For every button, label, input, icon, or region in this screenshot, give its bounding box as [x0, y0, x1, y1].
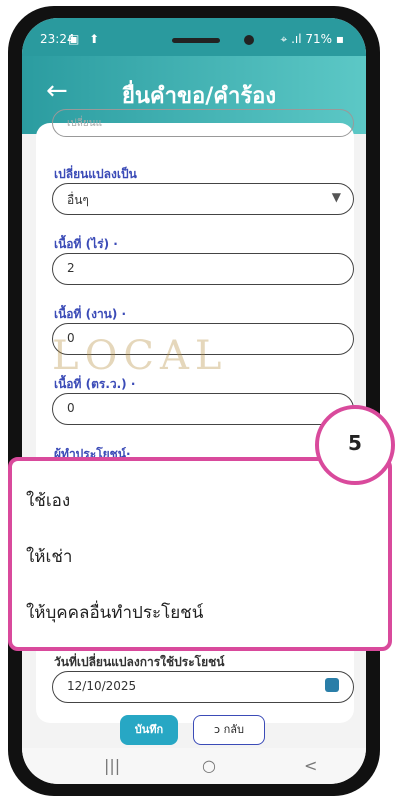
- page-title: ยื่นคำขอ/คำร้อง: [122, 84, 277, 109]
- watermark-text: LOCAL: [52, 333, 228, 379]
- area-wa-input[interactable]: 0: [52, 393, 354, 425]
- speaker-notch: [172, 38, 220, 43]
- change-to-select[interactable]: อื่นๆ ▼: [52, 183, 354, 215]
- chevron-down-icon: ▼: [331, 190, 341, 204]
- step-number: 5: [348, 431, 362, 455]
- area-rai-label: เนื้อที่ (ไร่) ·: [54, 237, 118, 251]
- change-to-label: เปลี่ยนแปลงเป็น: [54, 167, 137, 181]
- phone-frame: 23:24 ▣ ⬆ ⌖ .ıl 71% ▪ ← ยื่นคำขอ/คำร้อง …: [8, 6, 380, 796]
- calendar-icon[interactable]: [325, 678, 339, 692]
- previous-field-value: เปลี่ยนแ: [67, 118, 103, 129]
- area-wa-value: 0: [67, 401, 75, 415]
- status-bar: 23:24 ▣ ⬆ ⌖ .ıl 71% ▪: [22, 18, 366, 56]
- status-notification-icons: ▣ ⬆: [68, 32, 103, 46]
- back-button[interactable]: ↄ กลับ: [193, 715, 265, 745]
- screen: 23:24 ▣ ⬆ ⌖ .ıl 71% ▪ ← ยื่นคำขอ/คำร้อง …: [22, 18, 366, 784]
- step-badge: 5: [315, 405, 395, 485]
- area-rai-input[interactable]: 2: [52, 253, 354, 285]
- date-value: 12/10/2025: [67, 679, 137, 693]
- dropdown-option[interactable]: ให้บุคคลอื่นทำประโยชน์: [26, 599, 203, 626]
- date-label: วันที่เปลี่ยนแปลงการใช้ประโยชน์: [54, 655, 225, 669]
- beneficiary-dropdown: ใช้เอง ให้เช่า ให้บุคคลอื่นทำประโยชน์: [0, 457, 395, 653]
- camera-icon: [244, 35, 254, 45]
- dropdown-list: ใช้เอง ให้เช่า ให้บุคคลอื่นทำประโยชน์: [8, 457, 392, 651]
- dropdown-option[interactable]: ใช้เอง: [26, 487, 70, 514]
- area-rai-value: 2: [67, 261, 75, 275]
- back-arrow-icon[interactable]: ←: [46, 76, 68, 106]
- previous-field[interactable]: เปลี่ยนแ: [52, 109, 354, 137]
- recent-apps-icon[interactable]: |||: [104, 756, 120, 775]
- android-navbar: ||| ○ <: [22, 748, 366, 784]
- change-to-value: อื่นๆ: [67, 193, 89, 207]
- home-icon[interactable]: ○: [202, 756, 216, 775]
- status-battery: ⌖ .ıl 71% ▪: [280, 32, 345, 46]
- area-ngan-label: เนื้อที่ (งาน) ·: [54, 307, 127, 321]
- dropdown-option[interactable]: ให้เช่า: [26, 543, 72, 570]
- date-input[interactable]: 12/10/2025: [52, 671, 354, 703]
- save-button[interactable]: บันทึก: [120, 715, 178, 745]
- nav-back-icon[interactable]: <: [304, 756, 317, 775]
